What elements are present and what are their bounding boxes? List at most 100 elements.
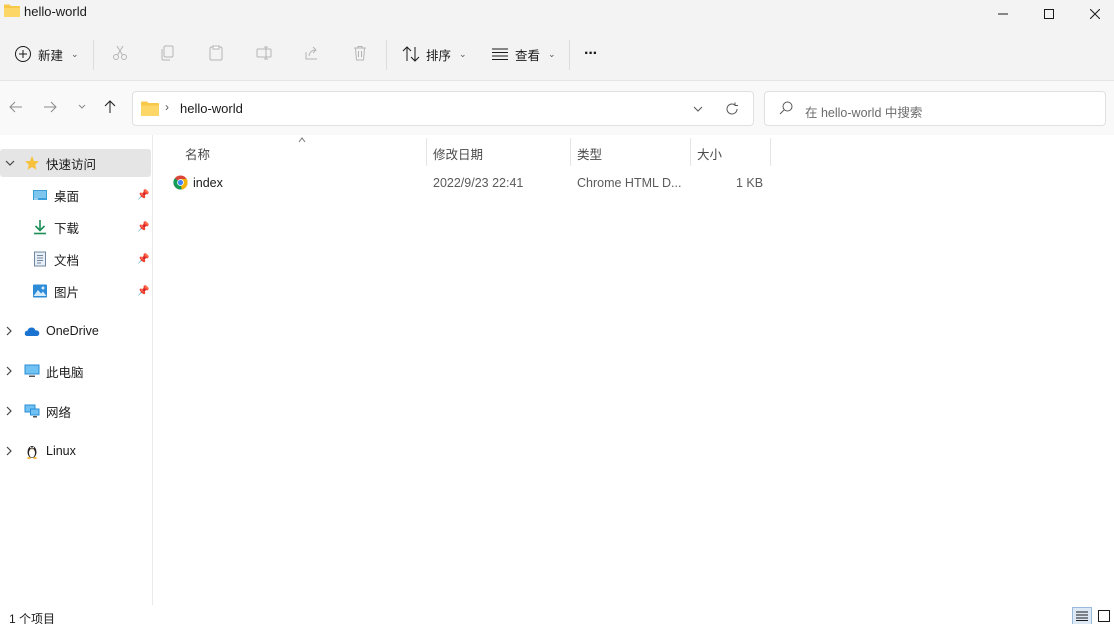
sidebar-item-label: 图片 (54, 285, 80, 300)
folder-icon (4, 4, 20, 17)
toolbar-divider (386, 40, 387, 70)
column-header-modified[interactable]: 修改日期 (433, 141, 568, 165)
more-options-button[interactable]: ··· (584, 38, 598, 70)
chevron-right-icon[interactable] (5, 326, 13, 336)
column-header-name[interactable]: 名称 (185, 137, 425, 165)
command-bar: 新建 ⌄ 排序 ⌄ 查看 ⌄ ··· (0, 28, 1114, 80)
arrow-right-icon (44, 101, 57, 113)
share-icon (305, 46, 317, 60)
toolbar-divider (93, 40, 94, 70)
sidebar-item-desktop[interactable]: 桌面 📌 (0, 181, 151, 209)
toolbar-divider (569, 40, 570, 70)
search-icon (779, 101, 793, 115)
navigation-pane: 快速访问 桌面 📌 下载 📌 文档 📌 图片 📌 OneDrive 此电脑 网络… (0, 135, 153, 605)
title-bar: hello-world (0, 0, 1114, 28)
download-icon (34, 220, 46, 235)
star-icon (25, 156, 39, 170)
file-row[interactable]: index 2022/9/23 22:41 Chrome HTML D... 1… (171, 171, 771, 195)
chevron-down-icon (78, 104, 86, 109)
sidebar-item-this-pc[interactable]: 此电脑 (0, 357, 151, 385)
paste-button[interactable] (206, 43, 226, 63)
cut-button[interactable] (110, 43, 130, 63)
chevron-down-icon[interactable] (693, 106, 703, 112)
file-name: index (193, 176, 223, 190)
sidebar-item-label: 文档 (54, 253, 80, 268)
file-modified: 2022/9/23 22:41 (433, 176, 524, 190)
recent-locations-button[interactable] (72, 97, 92, 117)
document-icon (34, 251, 46, 267)
column-header-label: 名称 (185, 147, 211, 162)
more-icon: ··· (584, 45, 598, 62)
sort-label: 排序 (426, 48, 452, 63)
chrome-icon (173, 175, 188, 190)
network-icon (24, 404, 40, 418)
address-row: › hello-world 在 hello-world 中搜索 (0, 81, 1114, 135)
cloud-icon (24, 327, 40, 336)
address-bar[interactable]: › hello-world (132, 91, 754, 126)
column-header-size[interactable]: 大小 (697, 141, 767, 165)
view-label: 查看 (515, 48, 541, 63)
scissors-icon (113, 45, 127, 60)
chevron-down-icon[interactable] (5, 159, 15, 167)
column-divider[interactable] (690, 138, 691, 166)
chevron-right-icon[interactable] (5, 406, 13, 416)
penguin-icon (27, 446, 37, 459)
breadcrumb-current[interactable]: hello-world (180, 101, 243, 116)
pin-icon: 📌 (137, 221, 150, 233)
maximize-icon (1044, 9, 1054, 19)
item-count: 1 个项目 (9, 612, 56, 624)
refresh-icon[interactable] (725, 102, 739, 116)
folder-icon (141, 101, 159, 116)
minimize-icon (998, 13, 1008, 15)
forward-button[interactable] (40, 97, 60, 117)
file-list: 名称 修改日期 类型 大小 index 2022/9/23 22:41 Chro… (153, 135, 1114, 605)
rename-button[interactable] (254, 43, 274, 63)
sidebar-item-label: Linux (46, 444, 76, 458)
column-divider[interactable] (426, 138, 427, 166)
column-divider[interactable] (570, 138, 571, 166)
chevron-down-icon: ⌄ (71, 48, 79, 59)
maximize-button[interactable] (1026, 0, 1072, 28)
pin-icon: 📌 (137, 189, 150, 201)
close-button[interactable] (1072, 0, 1114, 28)
tiles-view-icon (1098, 610, 1110, 622)
delete-button[interactable] (350, 43, 370, 63)
column-header-label: 修改日期 (433, 147, 484, 162)
main-area: 快速访问 桌面 📌 下载 📌 文档 📌 图片 📌 OneDrive 此电脑 网络… (0, 135, 1114, 605)
details-view-button[interactable] (1072, 607, 1092, 624)
picture-icon (33, 284, 47, 298)
sidebar-item-label: OneDrive (46, 324, 99, 338)
pin-icon: 📌 (137, 285, 150, 297)
arrow-up-icon (104, 100, 116, 113)
back-button[interactable] (6, 97, 26, 117)
minimize-button[interactable] (980, 0, 1026, 28)
column-divider[interactable] (770, 138, 771, 166)
sidebar-item-quick-access[interactable]: 快速访问 (0, 149, 151, 177)
tiles-view-button[interactable] (1094, 607, 1114, 624)
copy-button[interactable] (158, 43, 178, 63)
copy-icon (161, 45, 174, 61)
sort-ascending-icon (298, 137, 306, 143)
sidebar-item-downloads[interactable]: 下载 📌 (0, 213, 151, 241)
desktop-icon (33, 190, 47, 200)
sidebar-item-network[interactable]: 网络 (0, 397, 151, 425)
trash-icon (354, 46, 366, 61)
sidebar-item-label: 此电脑 (46, 365, 84, 380)
sidebar-item-onedrive[interactable]: OneDrive (0, 317, 151, 345)
up-button[interactable] (100, 97, 120, 117)
sort-button[interactable]: 排序 ⌄ (402, 38, 467, 70)
chevron-right-icon[interactable] (5, 366, 13, 376)
breadcrumb-separator-icon: › (165, 100, 169, 114)
chevron-right-icon[interactable] (5, 446, 13, 456)
sidebar-item-pictures[interactable]: 图片 📌 (0, 277, 151, 305)
new-button[interactable]: 新建 ⌄ (14, 38, 79, 70)
sidebar-item-documents[interactable]: 文档 📌 (0, 245, 151, 273)
column-header-type[interactable]: 类型 (577, 141, 687, 165)
computer-icon (24, 364, 40, 377)
share-button[interactable] (302, 43, 322, 63)
sidebar-item-linux[interactable]: Linux (0, 437, 151, 465)
window-title: hello-world (24, 4, 87, 19)
search-input[interactable]: 在 hello-world 中搜索 (764, 91, 1106, 126)
arrow-left-icon (9, 101, 22, 113)
view-button[interactable]: 查看 ⌄ (491, 38, 556, 70)
